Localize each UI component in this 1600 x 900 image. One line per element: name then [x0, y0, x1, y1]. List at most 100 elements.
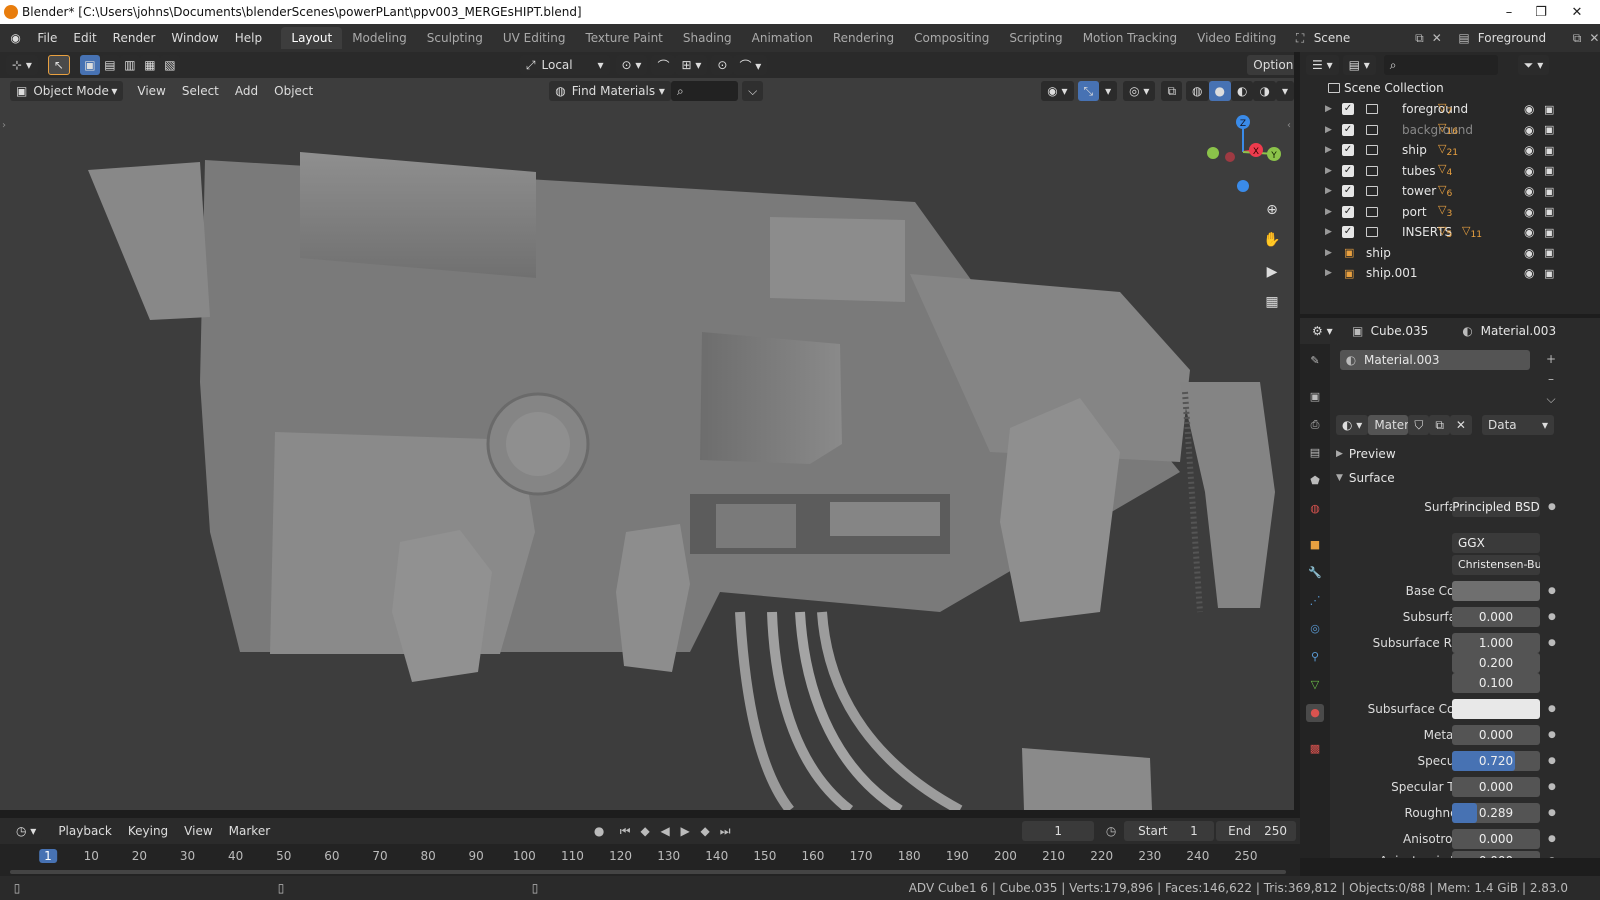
expand-arrow-icon[interactable]: ▶ — [1325, 248, 1332, 258]
distribution-dropdown[interactable]: GGX — [1452, 533, 1540, 553]
material-tab-icon[interactable]: ● — [1306, 704, 1324, 722]
property-value-field[interactable]: 0.000 — [1452, 725, 1540, 745]
zoom-icon[interactable]: ⊕ — [1260, 200, 1284, 220]
property-value-field[interactable]: 0.000 — [1452, 829, 1540, 849]
add-slot-icon[interactable]: + — [1544, 352, 1558, 366]
render-camera-icon[interactable]: ▣ — [1544, 144, 1554, 157]
output-tab-icon[interactable]: ⎙ — [1306, 416, 1324, 434]
remove-slot-icon[interactable]: – — [1544, 372, 1558, 386]
property-value-field[interactable]: 0.000 — [1452, 607, 1540, 627]
expand-arrow-icon[interactable]: ▶ — [1325, 104, 1332, 114]
menu-file[interactable]: File — [29, 31, 65, 45]
outliner-root-row[interactable]: Scene Collection — [1300, 78, 1600, 98]
view-layer-tab-icon[interactable]: ▤ — [1306, 444, 1324, 462]
socket-dot-icon[interactable]: ● — [1548, 834, 1556, 844]
prev-keyframe-icon[interactable]: ◆ — [638, 824, 652, 838]
close-icon[interactable]: ✕ — [1554, 0, 1600, 24]
tab-texture-paint[interactable]: Texture Paint — [575, 27, 672, 49]
perspective-grid-icon[interactable]: ▦ — [1260, 292, 1284, 312]
tool-tab-icon[interactable]: ✎ — [1306, 352, 1324, 370]
clock-icon[interactable]: ◷ — [1104, 824, 1118, 838]
constraints-tab-icon[interactable]: ⚲ — [1306, 648, 1324, 666]
property-value-field[interactable]: 0.289 — [1452, 803, 1540, 823]
socket-dot-icon[interactable]: ● — [1548, 730, 1556, 740]
socket-dot-icon[interactable]: ● — [1548, 856, 1556, 858]
property-value-field[interactable]: 0.100 — [1452, 673, 1540, 693]
scene-model[interactable]: Z X Y — [0, 52, 1294, 810]
surface-shader-field[interactable]: Principled BSD — [1452, 497, 1540, 517]
tab-shading[interactable]: Shading — [673, 27, 742, 49]
collection-checkbox[interactable]: ✓ — [1342, 103, 1354, 115]
outliner-item[interactable]: ▶ ✓ INSERTS ▽5 ▽11 ◉ ▣ — [1300, 222, 1600, 242]
start-frame-field[interactable]: Start 1 — [1124, 821, 1215, 841]
menu-edit[interactable]: Edit — [65, 31, 104, 45]
material-browse-dropdown[interactable]: ◐ ▾ — [1336, 415, 1369, 435]
collection-checkbox[interactable]: ✓ — [1342, 205, 1354, 218]
active-object-name[interactable]: Cube.035 — [1371, 324, 1461, 338]
scene-tab-icon[interactable]: ⬟ — [1306, 472, 1324, 490]
texture-tab-icon[interactable]: ▩ — [1306, 740, 1324, 758]
timeline-menu-keying[interactable]: Keying — [120, 824, 176, 838]
render-camera-icon[interactable]: ▣ — [1544, 103, 1554, 116]
socket-dot-icon[interactable]: ● — [1548, 502, 1556, 512]
play-icon[interactable]: ▶ — [678, 824, 692, 838]
render-camera-icon[interactable]: ▣ — [1544, 226, 1554, 239]
property-value-field[interactable]: 0.200 — [1452, 653, 1540, 673]
menu-render[interactable]: Render — [105, 31, 164, 45]
outliner-item[interactable]: ▶ ✓ ship ▽21 ◉ ▣ — [1300, 140, 1600, 160]
timeline-menu-playback[interactable]: Playback — [50, 824, 120, 838]
tab-motion-tracking[interactable]: Motion Tracking — [1073, 27, 1187, 49]
tab-sculpting[interactable]: Sculpting — [417, 27, 493, 49]
current-frame-field[interactable]: 1 — [1022, 821, 1095, 841]
render-tab-icon[interactable]: ▣ — [1306, 388, 1324, 406]
socket-dot-icon[interactable]: ● — [1548, 782, 1556, 792]
outliner-item[interactable]: ▶ ✓ tower ▽6 ◉ ▣ — [1300, 181, 1600, 201]
duplicate-material-icon[interactable]: ⧉ — [1429, 415, 1450, 435]
material-name-field[interactable]: Materi — [1368, 415, 1412, 435]
link-dropdown[interactable]: Data ▾ — [1481, 415, 1554, 435]
camera-icon[interactable]: ▶ — [1260, 262, 1284, 282]
object-tab-icon[interactable]: ■ — [1306, 536, 1324, 554]
menu-window[interactable]: Window — [163, 31, 226, 45]
jump-end-icon[interactable]: ⏭ — [718, 824, 732, 838]
end-frame-field[interactable]: End 250 — [1216, 821, 1297, 841]
next-keyframe-icon[interactable]: ◆ — [698, 824, 712, 838]
visibility-eye-icon[interactable]: ◉ — [1524, 225, 1534, 239]
visibility-eye-icon[interactable]: ◉ — [1524, 246, 1534, 260]
timeline-menu-view[interactable]: View — [176, 824, 220, 838]
gizmo-neg-y-handle[interactable] — [1207, 147, 1219, 159]
tab-uv-editing[interactable]: UV Editing — [493, 27, 576, 49]
new-view-layer-icon[interactable]: ⧉ — [1571, 31, 1582, 45]
scene-selector[interactable]: Scene — [1306, 31, 1414, 45]
playhead-frame-label[interactable]: 1 — [39, 849, 57, 863]
unlink-material-icon[interactable]: ✕ — [1449, 415, 1472, 435]
visibility-eye-icon[interactable]: ◉ — [1524, 102, 1534, 116]
socket-dot-icon[interactable]: ● — [1548, 586, 1556, 596]
new-scene-icon[interactable]: ⧉ — [1414, 31, 1425, 45]
visibility-eye-icon[interactable]: ◉ — [1524, 164, 1534, 178]
3d-viewport[interactable]: ⊹ ▾ ↖ ▣ ▤ ▥ ▦ ▧ ⤢ Local ▾ ⊙ ▾ ⌒ ⊞ ▾ ⊙ ⌒ ▾… — [0, 52, 1294, 810]
sidebar-expand-icon[interactable]: ‹ — [1287, 120, 1291, 131]
socket-dot-icon[interactable]: ● — [1548, 612, 1556, 622]
material-slot-item[interactable]: ◐ Material.003 — [1340, 350, 1530, 370]
property-value-field[interactable]: 0.000 — [1452, 777, 1540, 797]
expand-arrow-icon[interactable]: ▶ — [1325, 268, 1332, 278]
delete-view-layer-icon[interactable]: ✕ — [1589, 31, 1600, 45]
play-reverse-icon[interactable]: ◀ — [658, 824, 672, 838]
collection-checkbox[interactable]: ✓ — [1342, 164, 1354, 177]
outliner-editor-type-icon[interactable]: ☰ ▾ — [1306, 55, 1339, 75]
render-camera-icon[interactable]: ▣ — [1544, 185, 1554, 198]
outliner-item[interactable]: ▶ ✓ foreground ▽7 ◉ ▣ — [1300, 99, 1600, 119]
blender-menu-icon[interactable]: ◉ — [10, 31, 21, 45]
timeline-scrollbar[interactable] — [10, 870, 1286, 874]
expand-arrow-icon[interactable]: ▶ — [1325, 166, 1332, 176]
visibility-eye-icon[interactable]: ◉ — [1524, 123, 1534, 137]
outliner-item[interactable]: ▶ ✓ background ▽16 ◉ ▣ — [1300, 120, 1600, 140]
socket-dot-icon[interactable]: ● — [1548, 704, 1556, 714]
data-tab-icon[interactable]: ▽ — [1306, 676, 1324, 694]
collection-checkbox[interactable]: ✓ — [1342, 226, 1354, 238]
particles-tab-icon[interactable]: ⋰ — [1306, 592, 1324, 610]
filter-icon[interactable]: ⏷ ▾ — [1517, 55, 1550, 75]
expand-arrow-icon[interactable]: ▶ — [1325, 207, 1332, 217]
tab-compositing[interactable]: Compositing — [904, 27, 999, 49]
